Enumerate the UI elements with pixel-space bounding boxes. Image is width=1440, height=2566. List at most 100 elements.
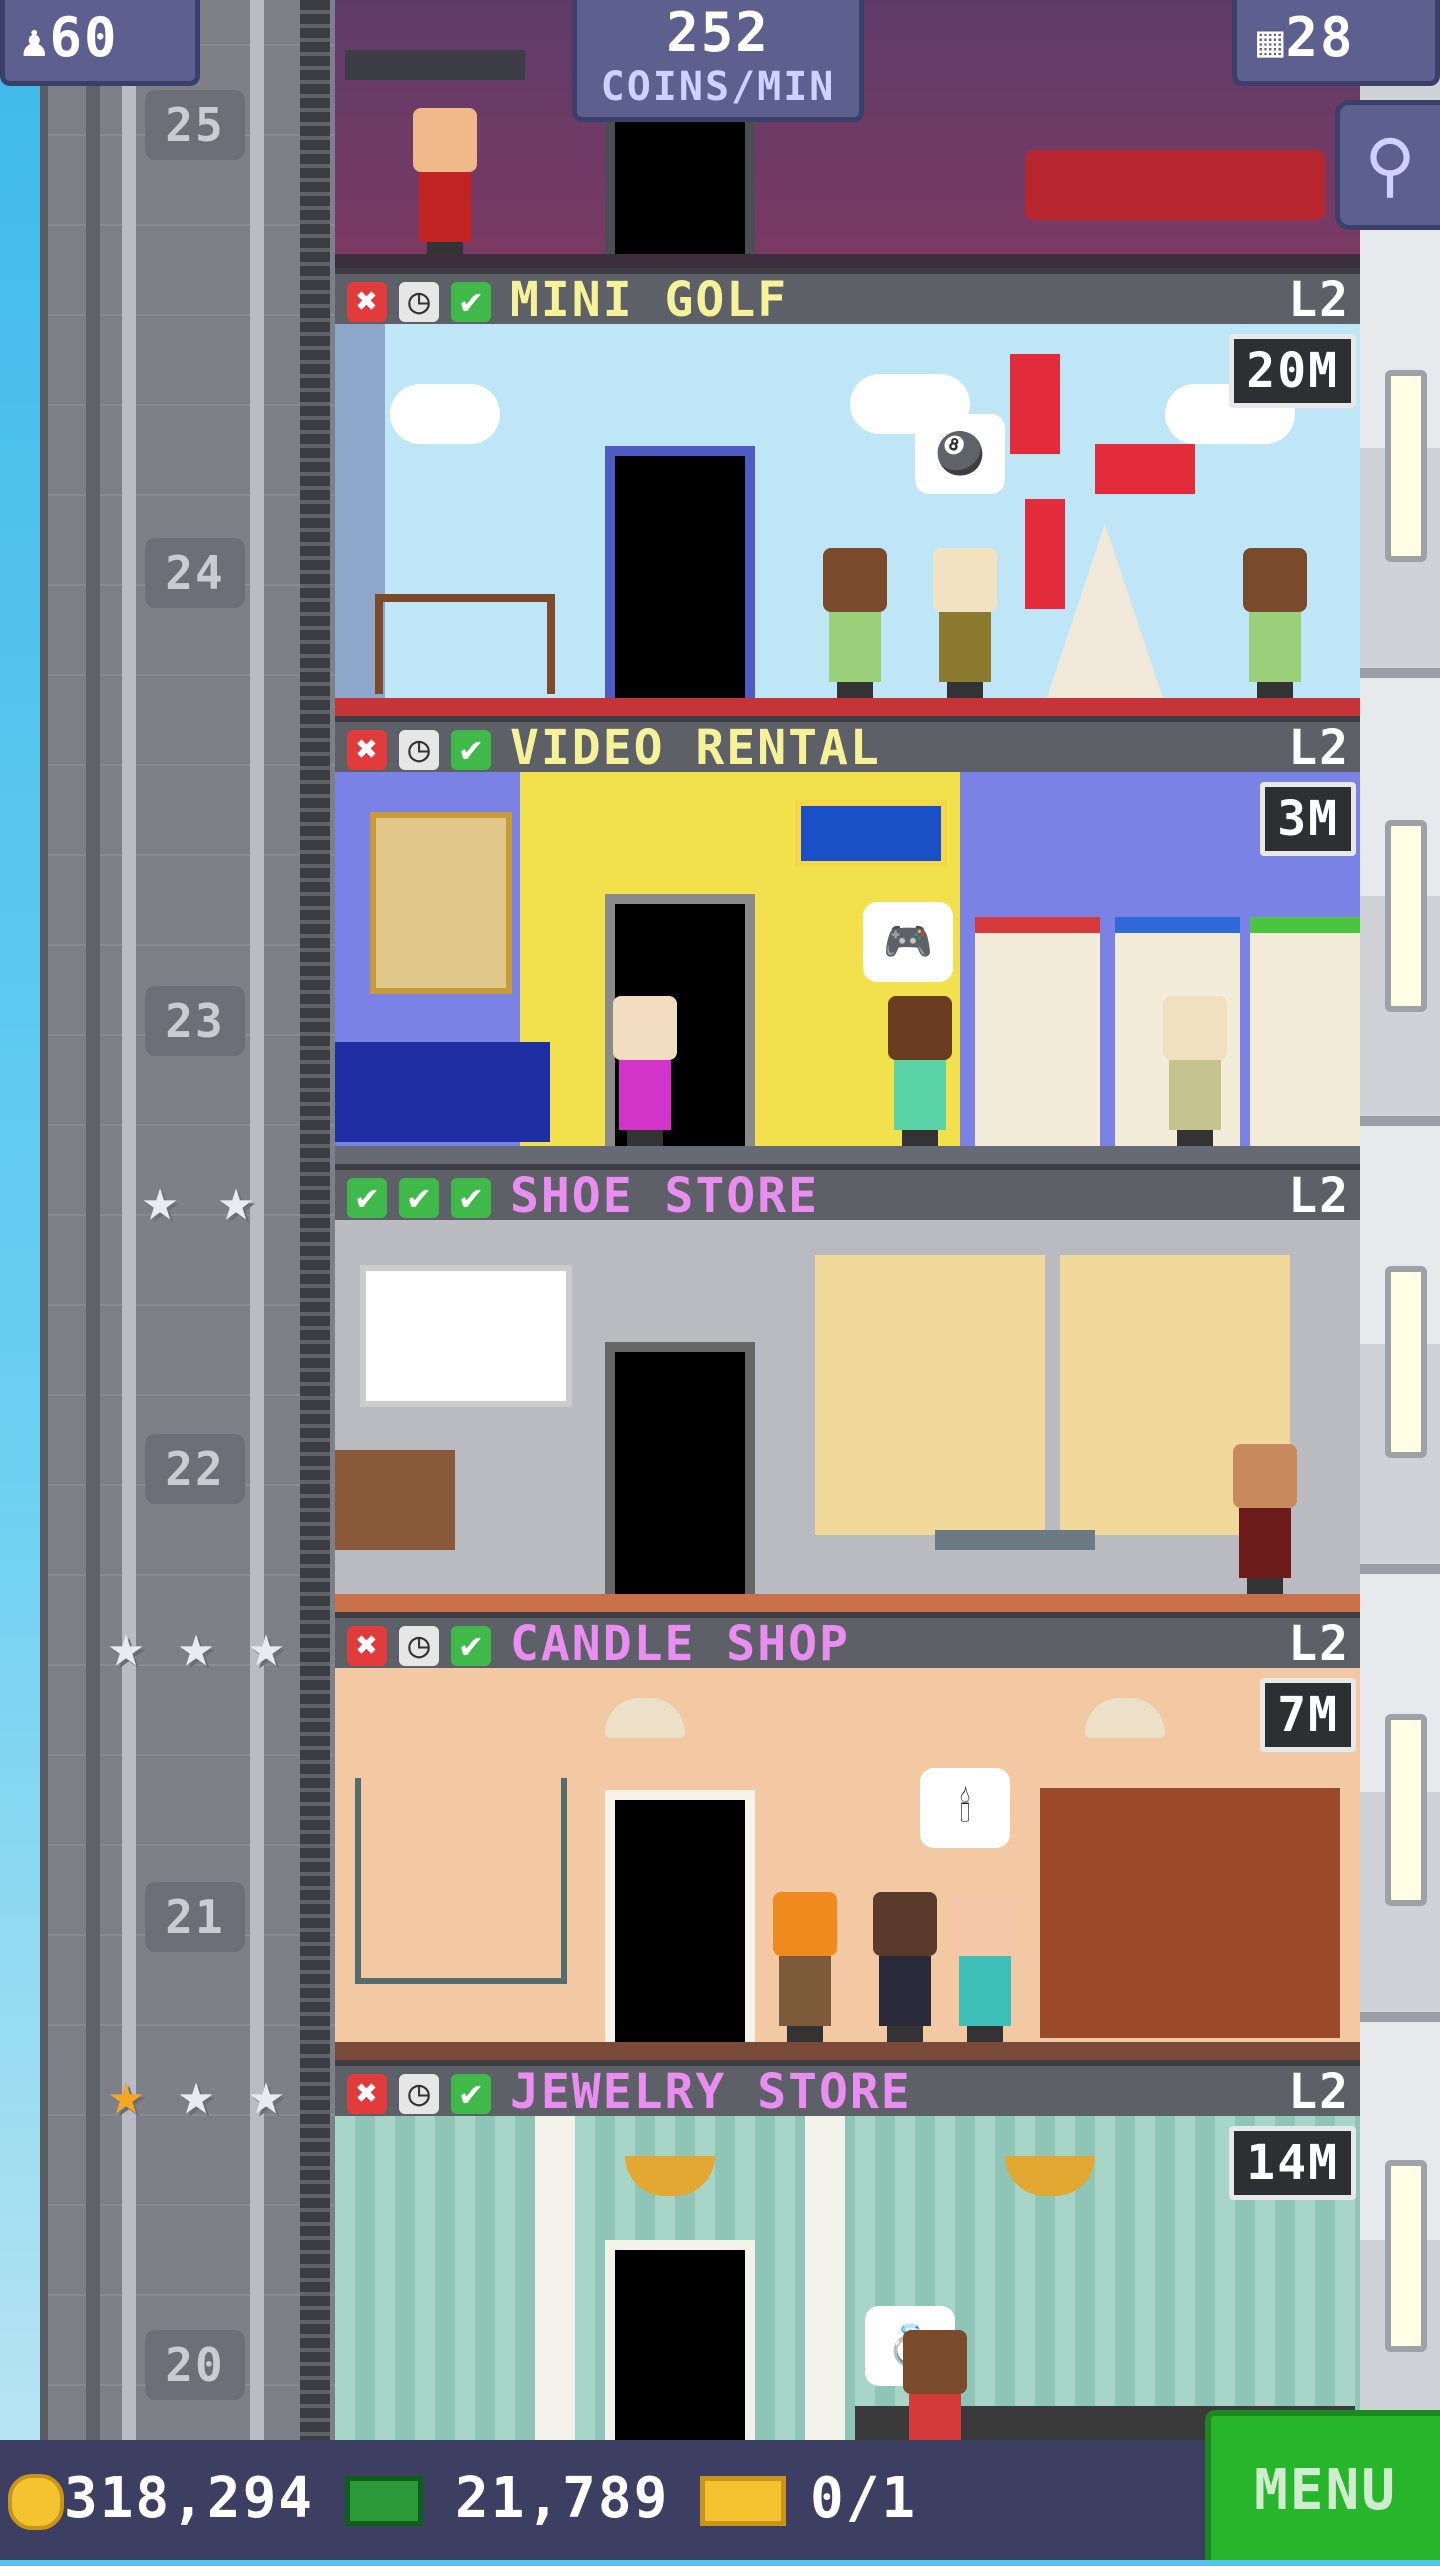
- chandelier: [1005, 2156, 1095, 2196]
- floor-number-25: 25: [145, 90, 245, 160]
- bitizen[interactable]: [605, 996, 685, 1146]
- clock-icon: ◷: [399, 282, 439, 322]
- floor-number-22: 22: [145, 1434, 245, 1504]
- bitizen[interactable]: [1235, 548, 1315, 698]
- star-icon: ★: [247, 2059, 285, 2129]
- want-bubble[interactable]: 🎱: [915, 414, 1005, 494]
- floor-number-21: 21: [145, 1882, 245, 1952]
- floor-door: [605, 2240, 755, 2440]
- coins-per-min-panel[interactable]: 252 COINS/MIN: [572, 0, 864, 122]
- clock-icon: ◷: [399, 1626, 439, 1666]
- restock-timer[interactable]: 7M: [1260, 1678, 1356, 1752]
- bitizen[interactable]: [815, 548, 895, 698]
- floor-counter[interactable]: ▦28: [1232, 0, 1440, 86]
- red-sofa: [1025, 150, 1325, 220]
- restock-timer[interactable]: 14M: [1229, 2126, 1356, 2200]
- floor-level: L2: [1288, 1616, 1350, 1672]
- floor-base: [335, 1594, 1360, 1612]
- window: [1385, 1714, 1427, 1906]
- check-icon: ✔: [451, 730, 491, 770]
- video-shelf: [975, 917, 1100, 1153]
- population-counter[interactable]: ♟60: [0, 0, 200, 86]
- poster: [370, 812, 512, 994]
- restock-timer[interactable]: 3M: [1260, 782, 1356, 856]
- floor-name: SHOE STORE: [510, 1168, 819, 1224]
- check-icon: ✔: [451, 282, 491, 322]
- floor-header[interactable]: ✖ ◷ ✔ VIDEO RENTAL L2: [335, 716, 1360, 776]
- want-bubble[interactable]: 🕯: [920, 1768, 1010, 1848]
- floor-header[interactable]: ✔ ✔ ✔ SHOE STORE L2: [335, 1164, 1360, 1224]
- bitizen[interactable]: [865, 1892, 945, 2042]
- floor-header[interactable]: ✖ ◷ ✔ JEWELRY STORE L2: [335, 2060, 1360, 2120]
- windmill: [1010, 354, 1060, 454]
- floor-number-24: 24: [145, 538, 245, 608]
- floor-23[interactable]: ✖ ◷ ✔ VIDEO RENTAL L2 🎮 3M: [335, 716, 1360, 1164]
- bux-value[interactable]: 21,789: [455, 2466, 669, 2532]
- bitizen[interactable]: [1225, 1444, 1305, 1594]
- check-icon: ✔: [451, 1626, 491, 1666]
- floor-header[interactable]: ✖ ◷ ✔ MINI GOLF L2: [335, 268, 1360, 328]
- close-icon: ✖: [347, 1626, 387, 1666]
- clock-icon: ◷: [399, 730, 439, 770]
- star-icon: ★: [177, 2059, 215, 2129]
- elevator-cable: [300, 0, 330, 2440]
- want-bubble[interactable]: 🎮: [863, 902, 953, 982]
- floor-header[interactable]: ✖ ◷ ✔ CANDLE SHOP L2: [335, 1612, 1360, 1672]
- counter: [335, 1042, 550, 1142]
- search-icon[interactable]: ⚲: [1335, 100, 1440, 230]
- floor-level: L2: [1288, 2064, 1350, 2120]
- tickets-value[interactable]: 0/1: [810, 2466, 917, 2532]
- shelf: [345, 50, 525, 80]
- star-icon: ★: [217, 1165, 255, 1235]
- bitizen[interactable]: [925, 548, 1005, 698]
- shoe-shelf: [815, 1255, 1045, 1535]
- floor-20[interactable]: ✖ ◷ ✔ JEWELRY STORE L2 💍 14M: [335, 2060, 1360, 2440]
- windmill: [1025, 499, 1065, 609]
- floor-base: [335, 2042, 1360, 2060]
- floor-name: CANDLE SHOP: [510, 1616, 850, 1672]
- floor-name: VIDEO RENTAL: [510, 720, 881, 776]
- floor-name: MINI GOLF: [510, 272, 789, 328]
- population-value: 60: [49, 6, 119, 69]
- floor-21[interactable]: ✖ ◷ ✔ CANDLE SHOP L2 🕯 7M: [335, 1612, 1360, 2060]
- bitizen[interactable]: [765, 1892, 845, 2042]
- candle-shop-room[interactable]: 🕯: [335, 1668, 1360, 2060]
- menu-button[interactable]: MENU: [1205, 2410, 1440, 2560]
- floor-base: [335, 698, 1360, 716]
- bitizen[interactable]: [880, 996, 960, 1146]
- bitizen[interactable]: [895, 2330, 975, 2440]
- candle-cabinet: [1040, 1788, 1340, 2038]
- pillar: [805, 2116, 845, 2440]
- floor-door: [605, 1342, 755, 1612]
- candle-shelf: [355, 1778, 567, 1984]
- bitizen[interactable]: [945, 1892, 1025, 2042]
- shoe-store-room[interactable]: [335, 1220, 1360, 1612]
- person-icon: ♟: [21, 16, 50, 67]
- pillar: [535, 2116, 575, 2440]
- floor-level: L2: [1288, 720, 1350, 776]
- floor-24[interactable]: ✖ ◷ ✔ MINI GOLF L2 🎱 20M: [335, 268, 1360, 716]
- club-rack: [375, 594, 555, 694]
- chandelier: [625, 2156, 715, 2196]
- right-wall: [1360, 0, 1440, 2440]
- ceiling-lamp: [1085, 1698, 1165, 1738]
- ticket-icon: [700, 2476, 786, 2526]
- restock-timer[interactable]: 20M: [1229, 334, 1356, 408]
- close-icon: ✖: [347, 730, 387, 770]
- mini-golf-room[interactable]: 🎱: [335, 324, 1360, 716]
- video-rental-room[interactable]: 🎮: [335, 772, 1360, 1164]
- window: [1385, 370, 1427, 562]
- coin-icon: [8, 2474, 64, 2530]
- jewelry-store-room[interactable]: 💍: [335, 2116, 1360, 2440]
- floor-22[interactable]: ✔ ✔ ✔ SHOE STORE L2: [335, 1164, 1360, 1612]
- floor-door: [605, 446, 755, 716]
- coins-per-min-value: 252: [666, 1, 770, 64]
- floor-count-value: 28: [1285, 6, 1355, 69]
- floor-base: [335, 254, 1360, 268]
- check-icon: ✔: [451, 2074, 491, 2114]
- bitizen[interactable]: [1155, 996, 1235, 1146]
- coins-value[interactable]: 318,294: [64, 2466, 314, 2532]
- windmill: [1095, 444, 1195, 494]
- ceiling-lamp: [605, 1698, 685, 1738]
- bitizen[interactable]: [405, 108, 485, 258]
